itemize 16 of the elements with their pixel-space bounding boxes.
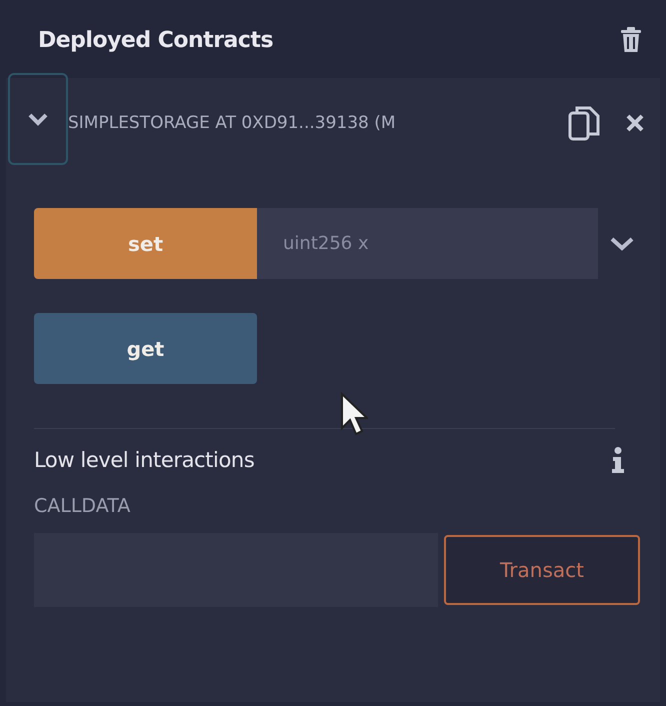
info-icon[interactable]	[612, 447, 624, 473]
section-title: Low level interactions	[34, 448, 254, 472]
argument-field[interactable]: uint256 x	[257, 208, 598, 279]
function-button[interactable]: set	[34, 208, 257, 279]
expand-toggle[interactable]	[8, 73, 68, 165]
transact-button[interactable]: Transact	[444, 535, 640, 605]
copy-icon[interactable]	[568, 105, 600, 141]
chevron-icon	[28, 112, 48, 126]
contract-title: SIMPLESTORAGE AT 0XD91...39138 (M	[68, 113, 397, 133]
field-label: CALLDATA	[33, 494, 132, 517]
section-title: Deployed Contracts	[38, 28, 274, 52]
trash-icon[interactable]	[620, 27, 642, 53]
caret-icon[interactable]	[610, 236, 634, 250]
function-button[interactable]: get	[34, 313, 257, 384]
cursor-icon	[340, 392, 368, 436]
close-icon[interactable]	[626, 114, 644, 132]
